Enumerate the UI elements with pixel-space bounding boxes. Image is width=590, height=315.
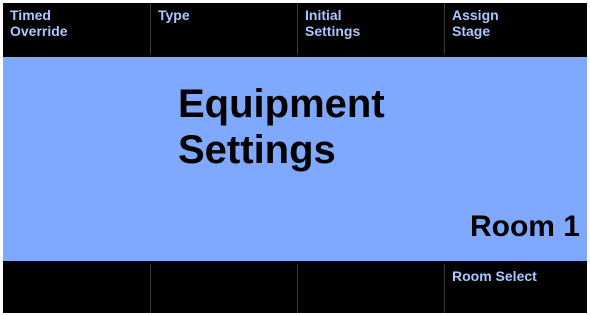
type-button[interactable]: Type	[151, 3, 297, 54]
assign-stage-button[interactable]: Assign Stage	[445, 3, 587, 54]
control-screen: Timed Override Type Initial Settings Ass…	[3, 3, 587, 313]
room-label: Room 1	[469, 210, 580, 243]
softkey-divider	[444, 3, 445, 54]
screen-title: Equipment Settings	[178, 82, 385, 172]
main-panel: Equipment Settings Room 1	[3, 57, 587, 261]
softkey-divider	[297, 264, 298, 313]
timed-override-button[interactable]: Timed Override	[3, 3, 150, 54]
softkey-divider	[150, 264, 151, 313]
softkey-bottom-1[interactable]	[3, 264, 150, 313]
softkey-bottom-2[interactable]	[151, 264, 297, 313]
softkey-divider	[297, 3, 298, 54]
initial-settings-button[interactable]: Initial Settings	[298, 3, 444, 54]
room-select-button[interactable]: Room Select	[445, 264, 587, 313]
softkey-bottom-3[interactable]	[298, 264, 444, 313]
softkey-divider	[444, 264, 445, 313]
softkey-divider	[150, 3, 151, 54]
